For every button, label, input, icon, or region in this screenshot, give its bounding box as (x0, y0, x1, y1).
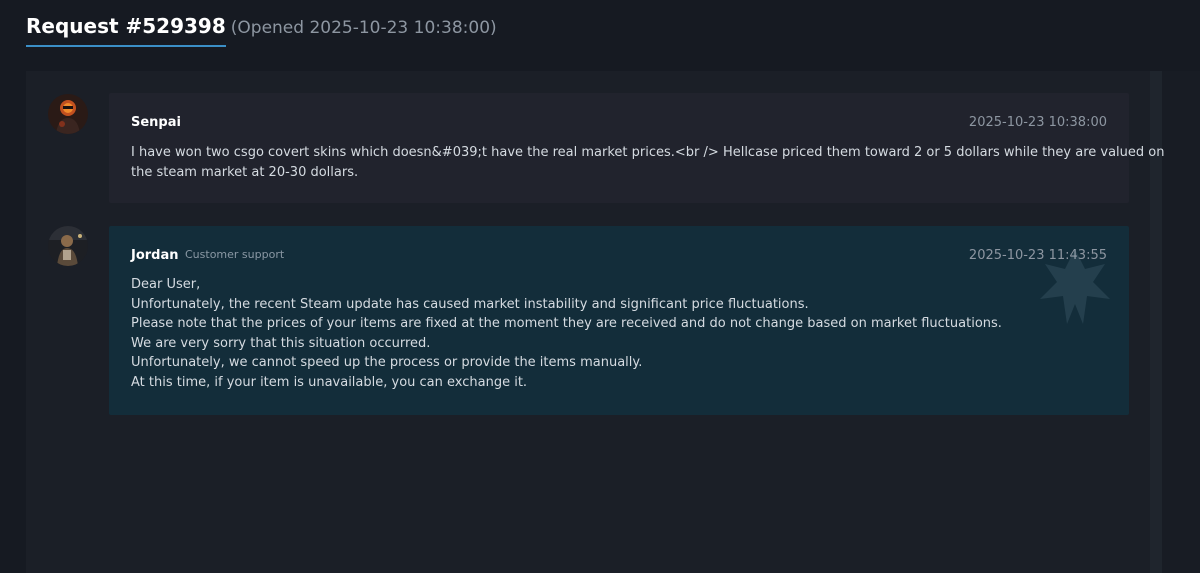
ticket-header: Request #529398 (Opened 2025-10-23 10:38… (26, 14, 497, 47)
opened-date: (Opened 2025-10-23 10:38:00) (230, 18, 497, 38)
user-avatar-image (48, 94, 88, 134)
message-line: the steam market at 20-30 dollars. (131, 164, 359, 180)
page-title: Request #529398 (26, 14, 226, 47)
message-line: We are very sorry that this situation oc… (131, 335, 431, 351)
support-avatar-image (48, 226, 88, 266)
message-line: Unfortunately, we cannot speed up the pr… (131, 355, 643, 370)
ticket-page: Request #529398 (Opened 2025-10-23 10:38… (0, 0, 1200, 573)
message-body: I have won two csgo covert skins which d… (131, 143, 1165, 182)
message-body: Dear User, Unfortunately, the recent Ste… (131, 275, 1091, 392)
message-line: At this time, if your item is unavailabl… (131, 374, 528, 390)
message-line: I have won two csgo covert skins which d… (131, 145, 1165, 160)
message-support: Jordan Customer support 2025-10-23 11:43… (109, 226, 1129, 415)
message-author: Jordan (131, 248, 179, 263)
avatar (48, 94, 88, 134)
message-line: Unfortunately, the recent Steam update h… (131, 296, 809, 312)
right-gutter (1162, 71, 1200, 573)
message-line: Please note that the prices of your item… (131, 316, 1002, 331)
message-author: Senpai (131, 115, 181, 130)
message-line: Dear User, (131, 277, 201, 292)
message-user: Senpai 2025-10-23 10:38:00 I have won tw… (109, 93, 1165, 203)
author-role-badge: Customer support (185, 248, 285, 261)
avatar (48, 226, 88, 266)
message-time: 2025-10-23 10:38:00 (968, 115, 1107, 130)
